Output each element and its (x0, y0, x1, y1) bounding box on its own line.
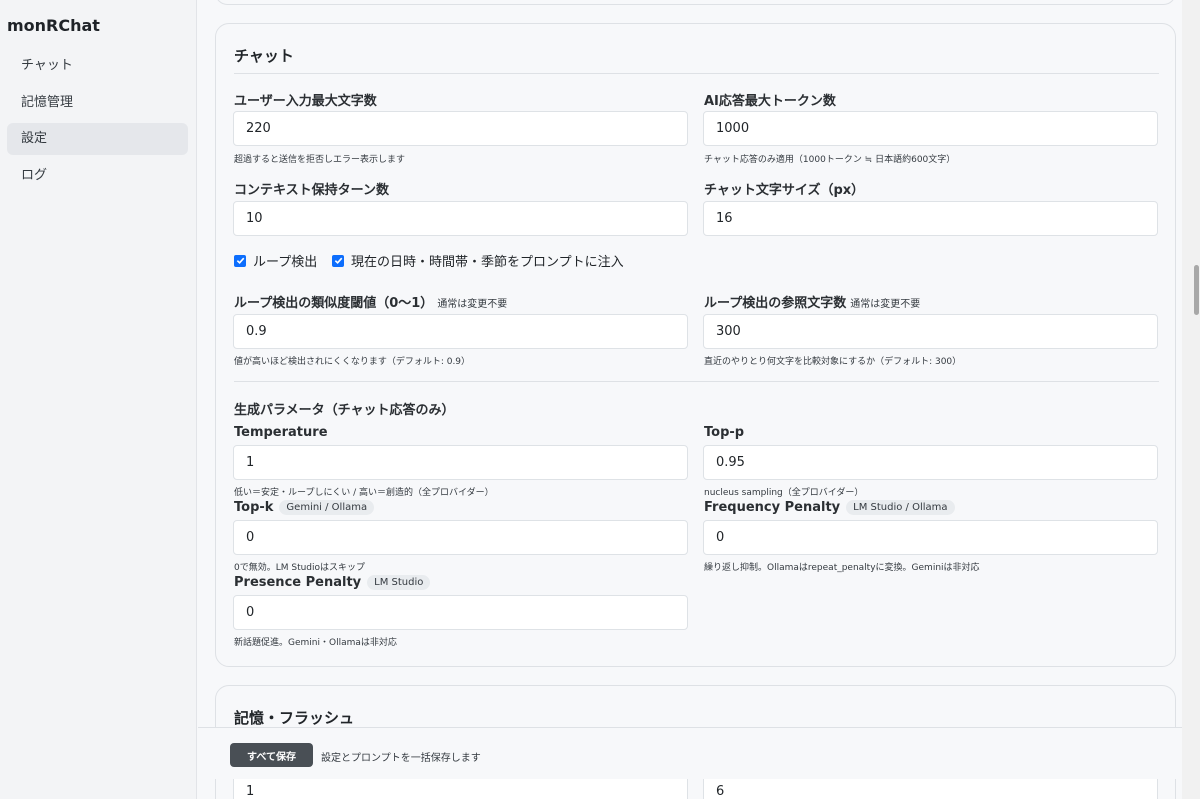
context-turns-input[interactable] (233, 201, 688, 236)
provider-badge: LM Studio (367, 575, 431, 590)
loop-threshold-label: ループ検出の類似度閾値（0〜1） 通常は変更不要 (234, 296, 508, 311)
temperature-input[interactable] (233, 445, 688, 480)
top-k-help: 0で無効。LM Studioはスキップ (234, 563, 366, 573)
top-p-label: Top-p (704, 425, 745, 440)
section-title-chat: チャット (234, 47, 294, 65)
section-title-memory: 記憶・フラッシュ (234, 709, 355, 727)
sidebar-item-settings[interactable]: 設定 (7, 123, 188, 155)
divider (234, 381, 1159, 382)
loop-ref-chars-input[interactable] (703, 314, 1158, 349)
user-max-chars-help: 超過すると送信を拒否しエラー表示します (234, 155, 406, 165)
loop-ref-chars-label: ループ検出の参照文字数 通常は変更不要 (704, 296, 921, 311)
user-max-chars-label: ユーザー入力最大文字数 (234, 94, 377, 109)
divider (234, 73, 1159, 74)
frequency-penalty-input[interactable] (703, 520, 1158, 555)
top-k-label: Top-k Gemini / Ollama (234, 500, 375, 515)
inject-datetime-label: 現在の日時・時間帯・季節をプロンプトに注入 (351, 255, 624, 270)
main-content: チャット ユーザー入力最大文字数 超過すると送信を拒否しエラー表示します AI応… (198, 0, 1182, 799)
scrollbar-thumb[interactable] (1194, 265, 1199, 315)
ai-max-tokens-help: チャット応答のみ適用（1000トークン ≒ 日本語約600文字） (704, 155, 956, 165)
sidebar-item-memory[interactable]: 記憶管理 (7, 87, 188, 119)
gen-params-title: 生成パラメータ（チャット応答のみ） (234, 403, 455, 418)
context-turns-label: コンテキスト保持ターン数 (234, 183, 389, 198)
top-p-help: nucleus sampling（全プロバイダー） (704, 488, 864, 498)
user-max-chars-input[interactable] (233, 111, 688, 146)
sidebar-item-logs[interactable]: ログ (7, 160, 188, 192)
loop-detect-label: ループ検出 (253, 255, 318, 270)
inject-datetime-checkbox[interactable]: 現在の日時・時間帯・季節をプロンプトに注入 (332, 251, 624, 270)
font-size-label: チャット文字サイズ（px） (704, 183, 865, 198)
ai-max-tokens-input[interactable] (703, 111, 1158, 146)
checkbox-checked-icon[interactable] (234, 254, 246, 267)
provider-badge: Gemini / Ollama (279, 500, 375, 515)
sidebar-item-chat[interactable]: チャット (7, 50, 188, 82)
loop-detect-checkbox[interactable]: ループ検出 (234, 251, 317, 270)
save-bar: すべて保存 設定とプロンプトを一括保存します (198, 727, 1182, 779)
loop-threshold-note: 通常は変更不要 (437, 299, 508, 310)
loop-ref-chars-help: 直近のやりとり何文字を比較対象にするか（デフォルト: 300） (704, 357, 962, 367)
checkbox-checked-icon[interactable] (332, 254, 344, 267)
provider-badge: LM Studio / Ollama (846, 500, 955, 515)
frequency-penalty-help: 繰り返し抑制。Ollamaはrepeat_penaltyに変換。Geminiは非… (704, 563, 980, 573)
temperature-help: 低い＝安定・ループしにくい / 高い＝創造的（全プロバイダー） (234, 488, 494, 498)
top-p-input[interactable] (703, 445, 1158, 480)
frequency-penalty-label: Frequency Penalty LM Studio / Ollama (704, 500, 955, 515)
font-size-input[interactable] (703, 201, 1158, 236)
sidebar: monRChat チャット 記憶管理 設定 ログ (0, 0, 197, 799)
ai-max-tokens-label: AI応答最大トークン数 (704, 94, 836, 109)
loop-threshold-input[interactable] (233, 314, 688, 349)
app-title: monRChat (7, 16, 100, 35)
temperature-label: Temperature (234, 425, 328, 440)
presence-penalty-label: Presence Penalty LM Studio (234, 575, 431, 590)
scrollbar-track[interactable] (1182, 0, 1200, 799)
loop-threshold-help: 値が高いほど検出されにくくなります（デフォルト: 0.9） (234, 357, 471, 367)
save-hint: 設定とプロンプトを一括保存します (321, 753, 481, 764)
top-k-input[interactable] (233, 520, 688, 555)
presence-penalty-help: 新話題促進。Gemini・Ollamaは非対応 (234, 638, 397, 648)
presence-penalty-input[interactable] (233, 595, 688, 630)
previous-section-card (215, 0, 1176, 5)
save-all-button[interactable]: すべて保存 (230, 743, 313, 767)
chat-settings-card: チャット ユーザー入力最大文字数 超過すると送信を拒否しエラー表示します AI応… (215, 23, 1176, 667)
loop-ref-chars-note: 通常は変更不要 (850, 299, 921, 310)
